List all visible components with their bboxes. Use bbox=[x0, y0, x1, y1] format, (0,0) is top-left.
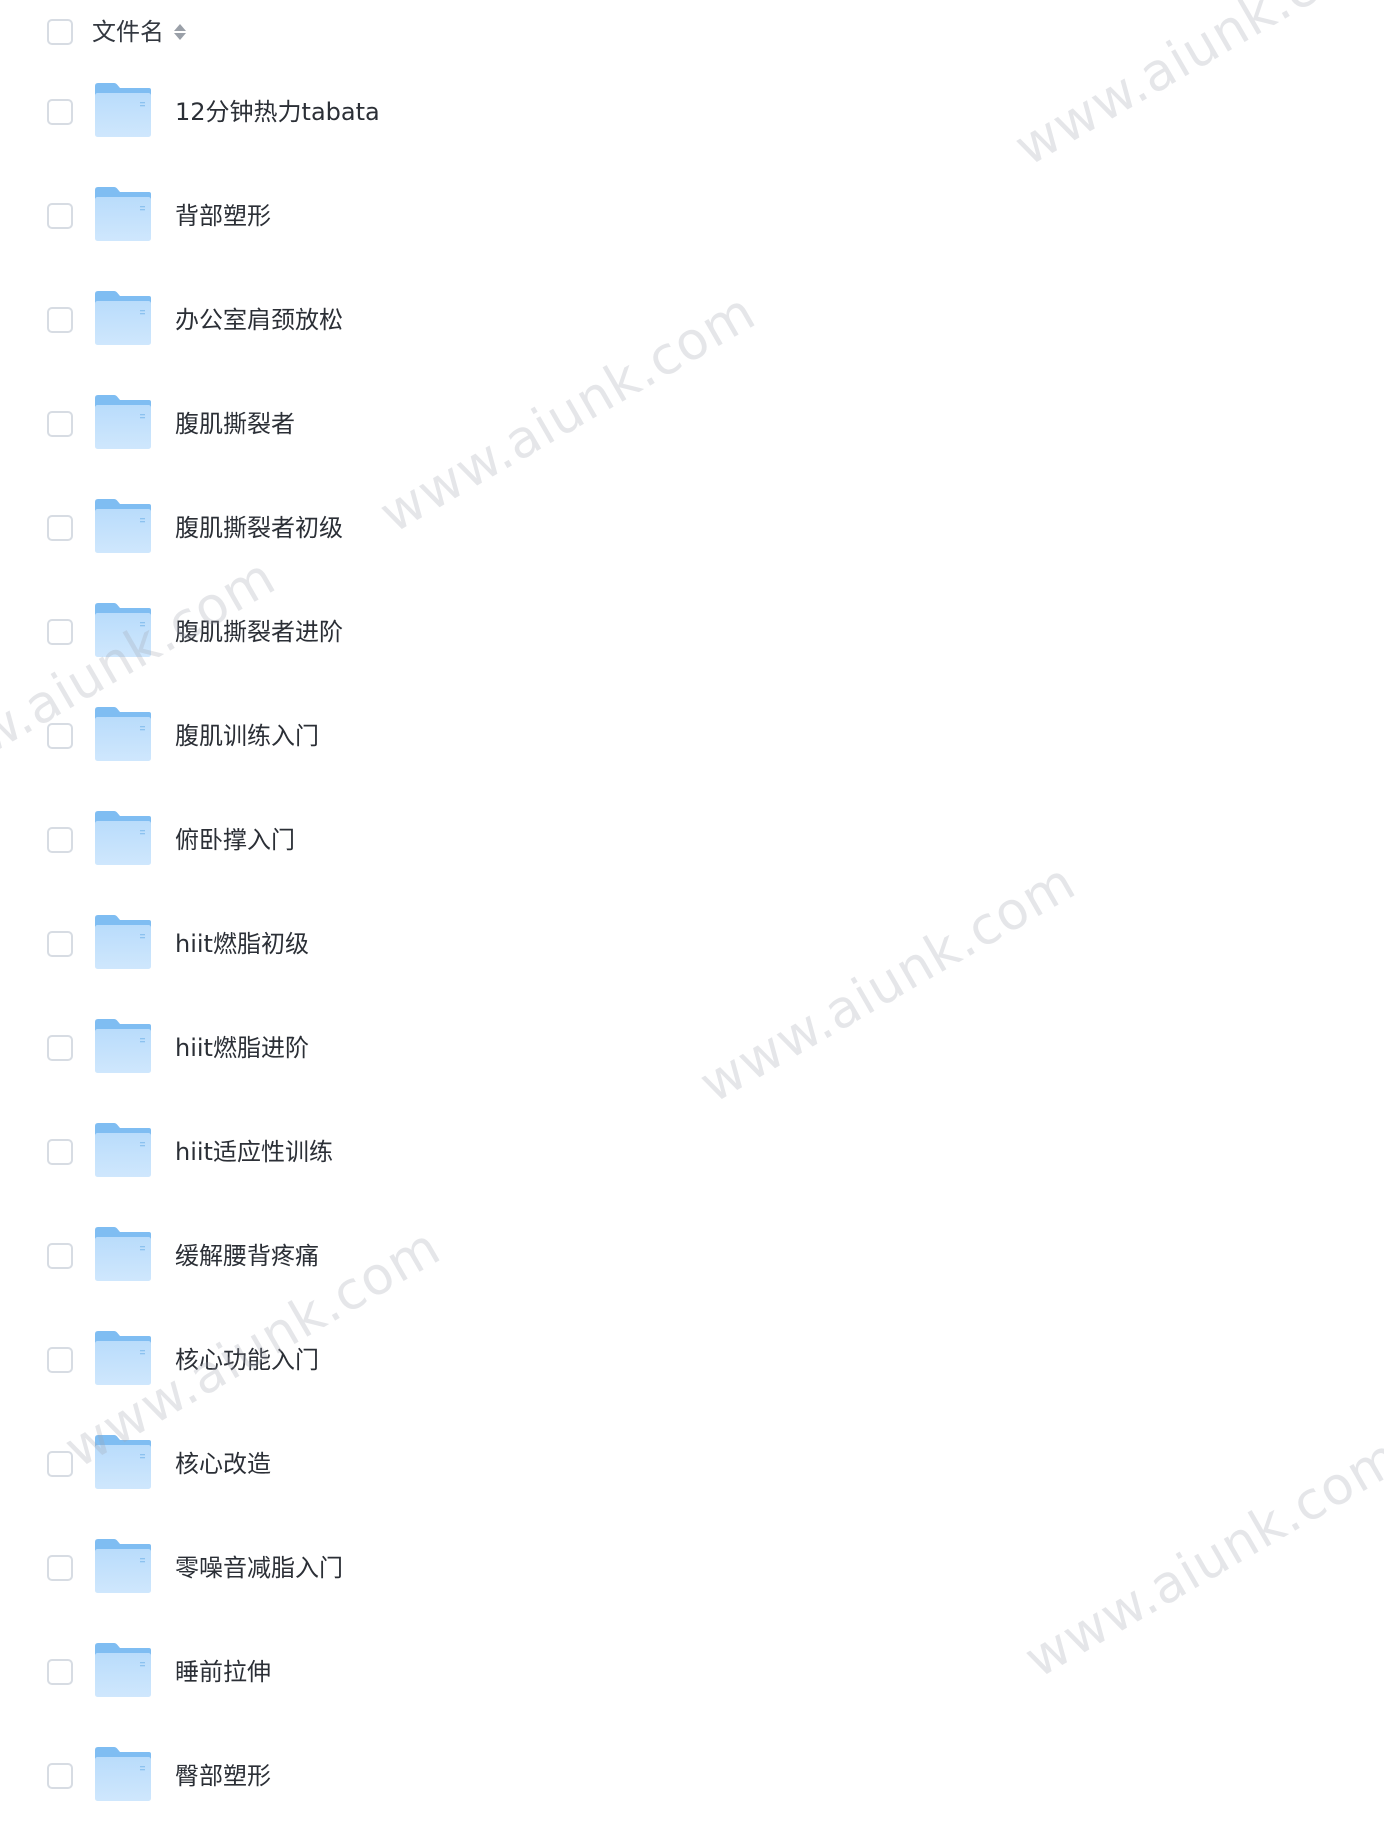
folder-icon bbox=[94, 1018, 152, 1074]
folder-name[interactable]: 睡前拉伸 bbox=[175, 1654, 271, 1690]
file-row[interactable]: 腹肌撕裂者进阶 bbox=[0, 580, 1384, 684]
folder-name[interactable]: 零噪音减脂入门 bbox=[175, 1550, 343, 1586]
folder-name[interactable]: 俯卧撑入门 bbox=[175, 822, 295, 858]
folder-icon bbox=[94, 1434, 152, 1490]
row-checkbox[interactable] bbox=[47, 515, 73, 541]
row-checkbox[interactable] bbox=[47, 1243, 73, 1269]
file-row[interactable]: hiit燃脂进阶 bbox=[0, 996, 1384, 1100]
folder-icon bbox=[94, 602, 152, 658]
column-header-filename[interactable]: 文件名 bbox=[92, 14, 188, 50]
row-checkbox[interactable] bbox=[47, 931, 73, 957]
row-checkbox[interactable] bbox=[47, 1139, 73, 1165]
folder-icon bbox=[94, 498, 152, 554]
file-row[interactable]: hiit适应性训练 bbox=[0, 1100, 1384, 1204]
row-checkbox[interactable] bbox=[47, 1347, 73, 1373]
file-row[interactable]: 睡前拉伸 bbox=[0, 1620, 1384, 1724]
file-row[interactable]: 臀部塑形 bbox=[0, 1724, 1384, 1828]
file-row[interactable]: 核心功能入门 bbox=[0, 1308, 1384, 1412]
row-checkbox[interactable] bbox=[47, 619, 73, 645]
column-header-label: 文件名 bbox=[92, 18, 164, 46]
folder-icon bbox=[94, 186, 152, 242]
file-row[interactable]: 背部塑形 bbox=[0, 164, 1384, 268]
folder-name[interactable]: 12分钟热力tabata bbox=[175, 94, 380, 130]
folder-icon bbox=[94, 394, 152, 450]
row-checkbox[interactable] bbox=[47, 827, 73, 853]
folder-icon bbox=[94, 290, 152, 346]
folder-name[interactable]: hiit燃脂初级 bbox=[175, 926, 309, 962]
row-checkbox[interactable] bbox=[47, 1035, 73, 1061]
row-checkbox[interactable] bbox=[47, 1763, 73, 1789]
file-row[interactable]: 腹肌训练入门 bbox=[0, 684, 1384, 788]
folder-icon bbox=[94, 1746, 152, 1802]
file-row[interactable]: 12分钟热力tabata bbox=[0, 60, 1384, 164]
folder-name[interactable]: 腹肌训练入门 bbox=[175, 718, 319, 754]
folder-icon bbox=[94, 1330, 152, 1386]
folder-name[interactable]: 腹肌撕裂者进阶 bbox=[175, 614, 343, 650]
row-checkbox[interactable] bbox=[47, 99, 73, 125]
folder-icon bbox=[94, 1226, 152, 1282]
file-row[interactable]: 腹肌撕裂者 bbox=[0, 372, 1384, 476]
folder-icon bbox=[94, 82, 152, 138]
folder-name[interactable]: 腹肌撕裂者初级 bbox=[175, 510, 343, 546]
sort-icon[interactable] bbox=[174, 20, 188, 44]
folder-icon bbox=[94, 1538, 152, 1594]
row-checkbox[interactable] bbox=[47, 307, 73, 333]
folder-icon bbox=[94, 914, 152, 970]
folder-icon bbox=[94, 706, 152, 762]
row-checkbox[interactable] bbox=[47, 411, 73, 437]
row-checkbox[interactable] bbox=[47, 723, 73, 749]
folder-name[interactable]: 缓解腰背疼痛 bbox=[175, 1238, 319, 1274]
file-row[interactable]: 俯卧撑入门 bbox=[0, 788, 1384, 892]
row-checkbox[interactable] bbox=[47, 203, 73, 229]
folder-name[interactable]: 核心功能入门 bbox=[175, 1342, 319, 1378]
file-row[interactable]: 缓解腰背疼痛 bbox=[0, 1204, 1384, 1308]
folder-icon bbox=[94, 1122, 152, 1178]
file-list: 文件名 12分钟热力tabata 背部塑形办公室肩颈放松 腹肌撕裂者腹肌撕裂者初级腹… bbox=[0, 0, 1384, 1801]
file-row[interactable]: 办公室肩颈放松 bbox=[0, 268, 1384, 372]
row-checkbox[interactable] bbox=[47, 1555, 73, 1581]
folder-name[interactable]: 背部塑形 bbox=[175, 198, 271, 234]
file-row[interactable]: 零噪音减脂入门 bbox=[0, 1516, 1384, 1620]
row-checkbox[interactable] bbox=[47, 1659, 73, 1685]
file-list-header: 文件名 bbox=[0, 0, 1384, 64]
folder-name[interactable]: 腹肌撕裂者 bbox=[175, 406, 295, 442]
folder-name[interactable]: 办公室肩颈放松 bbox=[175, 302, 343, 338]
folder-icon bbox=[94, 810, 152, 866]
folder-name[interactable]: 核心改造 bbox=[175, 1446, 271, 1482]
folder-icon bbox=[94, 1642, 152, 1698]
file-row[interactable]: hiit燃脂初级 bbox=[0, 892, 1384, 996]
folder-name[interactable]: 臀部塑形 bbox=[175, 1758, 271, 1794]
row-checkbox[interactable] bbox=[47, 1451, 73, 1477]
folder-name[interactable]: hiit燃脂进阶 bbox=[175, 1030, 309, 1066]
file-row[interactable]: 腹肌撕裂者初级 bbox=[0, 476, 1384, 580]
select-all-checkbox[interactable] bbox=[47, 19, 73, 45]
folder-name[interactable]: hiit适应性训练 bbox=[175, 1134, 333, 1170]
file-row[interactable]: 核心改造 bbox=[0, 1412, 1384, 1516]
